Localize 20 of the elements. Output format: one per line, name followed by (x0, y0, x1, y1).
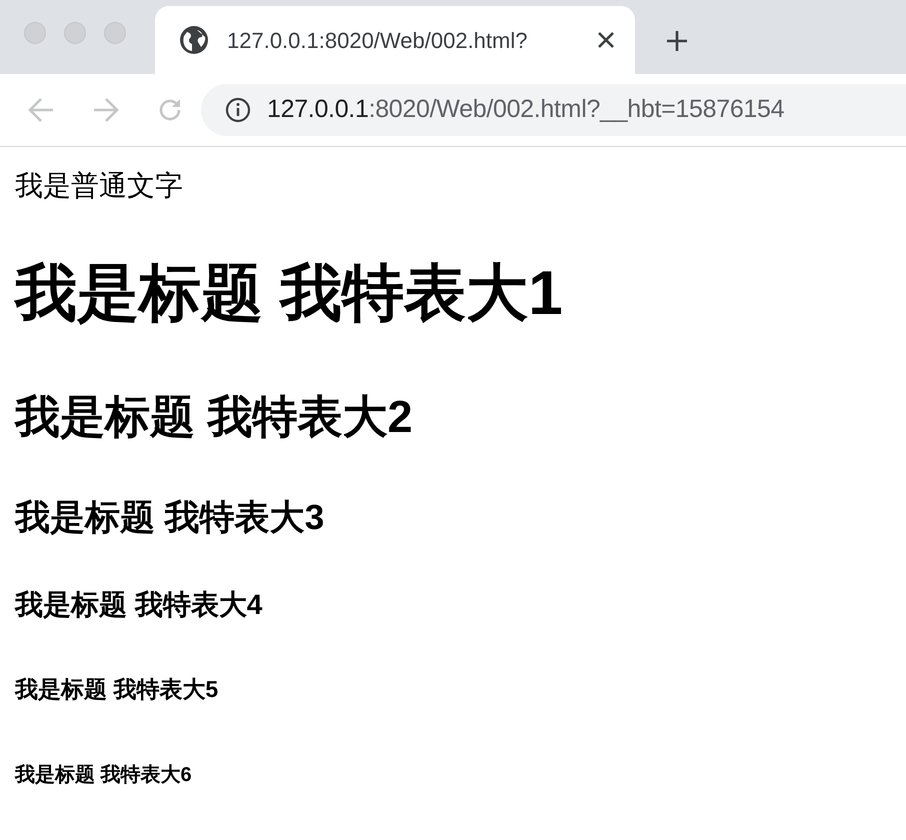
maximize-window-button[interactable] (104, 22, 126, 44)
heading: 我是标题 我特表大3 (15, 500, 324, 534)
close-window-button[interactable] (24, 22, 46, 44)
heading: 我是标题 我特表大2 (15, 394, 413, 438)
back-arrow-icon[interactable] (27, 97, 55, 123)
close-icon[interactable] (597, 31, 615, 49)
info-icon (225, 97, 251, 123)
heading: 我是标题 我特表大6 (15, 765, 192, 785)
browser-tab[interactable]: 127.0.0.1:8020/Web/002.html? (155, 6, 635, 74)
minimize-window-button[interactable] (64, 22, 86, 44)
heading: 我是标题 我特表大4 (15, 591, 262, 619)
address-bar[interactable]: 127.0.0.1:8020/Web/002.html?__hbt=15876154 (201, 84, 906, 136)
globe-icon (179, 25, 209, 55)
heading: 我是标题 我特表大1 (15, 263, 563, 325)
tab-title: 127.0.0.1:8020/Web/002.html? (227, 26, 528, 54)
heading: 我是标题 我特表大5 (15, 678, 218, 700)
paragraph-text: 我是普通文字 (15, 172, 183, 200)
url-text: 127.0.0.1:8020/Web/002.html?__hbt=15876154 (267, 94, 784, 126)
new-tab-icon[interactable] (665, 29, 689, 53)
forward-arrow-icon[interactable] (92, 97, 120, 123)
